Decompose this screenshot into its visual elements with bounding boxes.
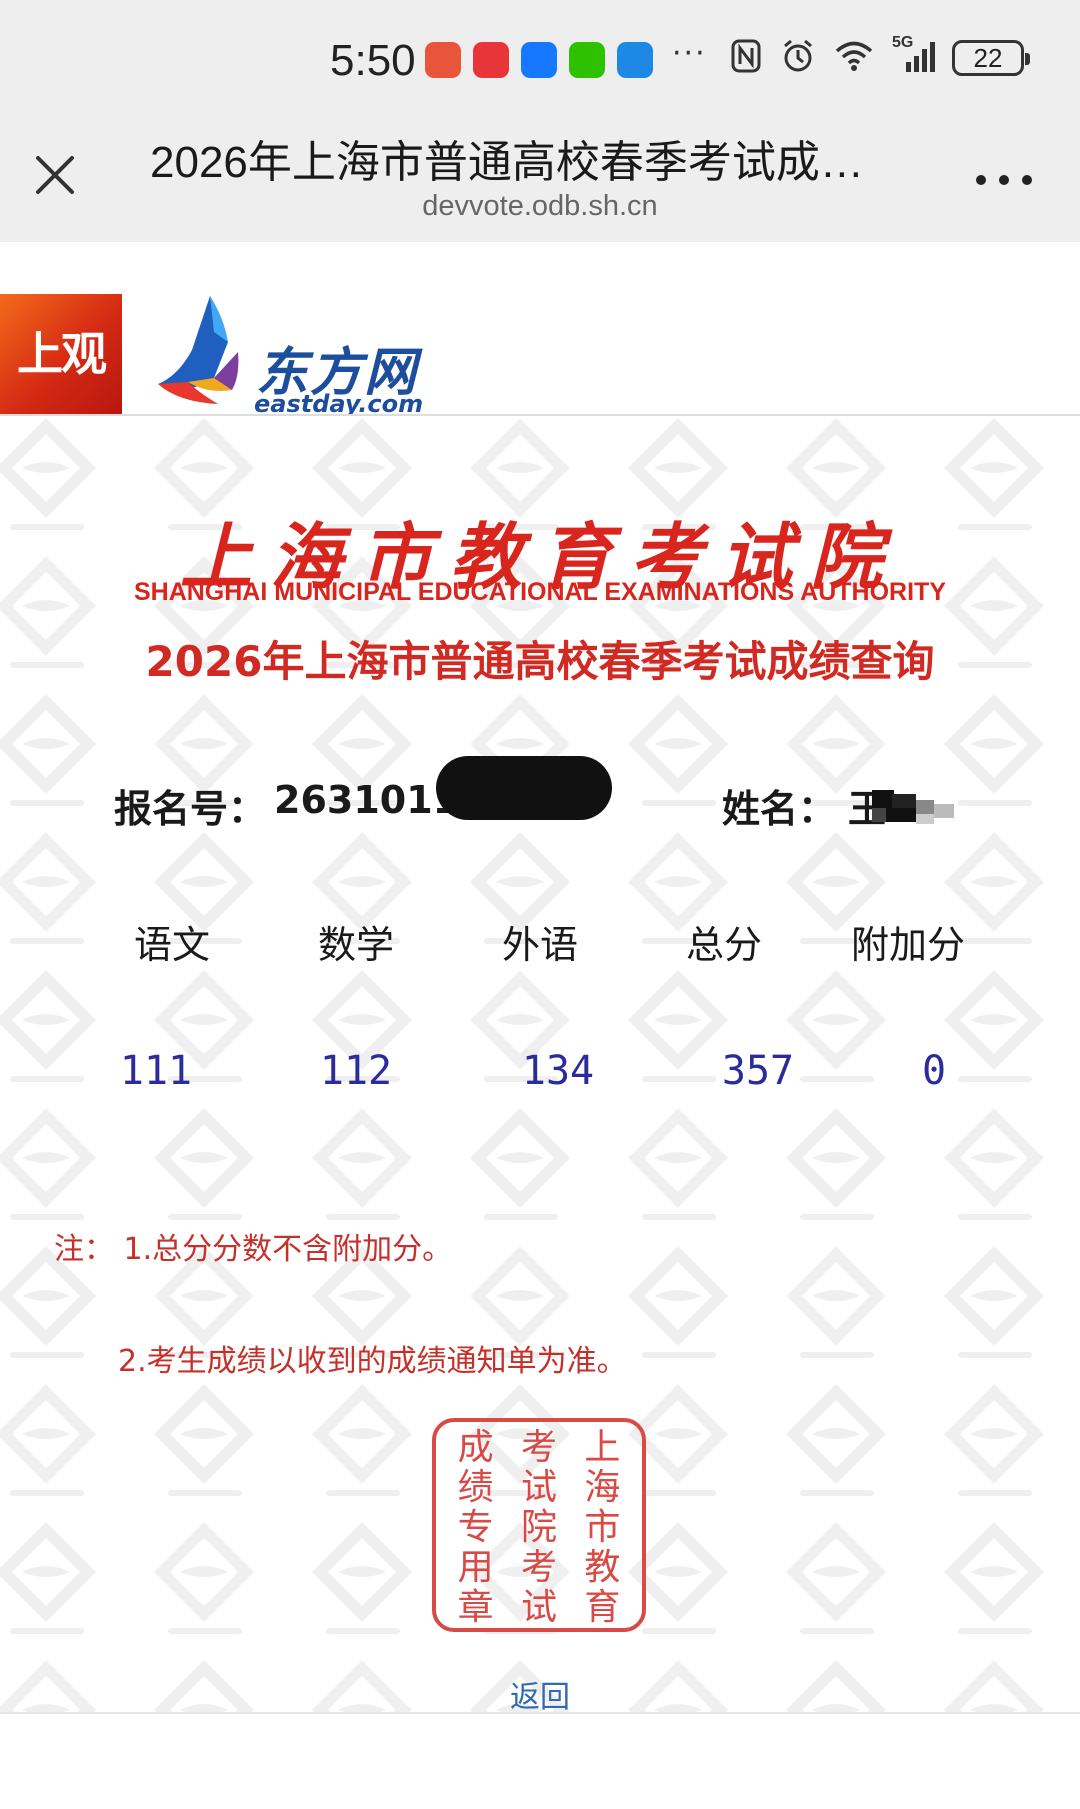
alarm-icon bbox=[784, 39, 812, 72]
score-total: 357 bbox=[721, 1048, 795, 1094]
org-name-en: SHANGHAI MUNICIPAL EDUCATIONAL EXAMINATI… bbox=[133, 578, 947, 606]
seal-char: 市 bbox=[584, 1507, 621, 1548]
nfc-icon bbox=[731, 39, 761, 73]
seal-char: 专 bbox=[457, 1507, 494, 1548]
dot bbox=[999, 175, 1009, 185]
seal-char: 绩 bbox=[457, 1467, 494, 1508]
note-1: 注： 1.总分分数不含附加分。 bbox=[54, 1232, 453, 1267]
header-chinese: 语文 bbox=[133, 923, 210, 967]
signal-icon: 5G bbox=[892, 34, 940, 74]
seal-char: 用 bbox=[457, 1547, 494, 1588]
score-math: 112 bbox=[319, 1048, 393, 1094]
page-url: devvote.odb.sh.cn bbox=[422, 190, 658, 222]
score-bonus: 0 bbox=[921, 1048, 947, 1094]
seal-char: 章 bbox=[457, 1587, 494, 1628]
name-redaction-pixels bbox=[872, 790, 954, 824]
huawei-app-icon bbox=[473, 42, 509, 78]
shangguan-logo[interactable]: 上观 bbox=[0, 294, 122, 416]
header-foreign-language: 外语 bbox=[501, 923, 578, 967]
seal-char: 考 bbox=[520, 1547, 557, 1588]
dot bbox=[1022, 175, 1032, 185]
note-2: 2.考生成绩以收到的成绩通知单为准。 bbox=[118, 1344, 627, 1379]
seal-char: 教 bbox=[584, 1547, 621, 1588]
more-notifications-icon: ··· bbox=[672, 36, 707, 71]
score-chinese: 111 bbox=[119, 1048, 193, 1094]
page-title: 2026年上海市普通高校春季考试成… bbox=[150, 138, 864, 187]
back-link[interactable]: 返回 bbox=[0, 1672, 1080, 1712]
shangguan-logo-text: 上观 bbox=[17, 327, 107, 381]
system-icons: 5G bbox=[730, 34, 940, 74]
seal-char: 试 bbox=[520, 1587, 557, 1628]
redaction-mark bbox=[436, 756, 612, 820]
dot bbox=[976, 175, 986, 185]
query-title: 2026年上海市普通高校春季考试成绩查询 bbox=[145, 637, 935, 686]
registration-label: 报名号： bbox=[114, 787, 267, 831]
seal-char: 院 bbox=[520, 1507, 557, 1548]
seal-char: 上 bbox=[584, 1427, 621, 1468]
more-options-button[interactable] bbox=[976, 170, 1032, 190]
seal-column: 考 试 院 考 试 bbox=[520, 1427, 557, 1628]
seal-column: 上 海 市 教 育 bbox=[584, 1427, 621, 1628]
status-time: 5:50 bbox=[330, 36, 416, 85]
wifi-icon bbox=[835, 41, 873, 71]
wechat-icon bbox=[569, 42, 605, 78]
seal-column: 成 绩 专 用 章 bbox=[457, 1427, 494, 1628]
score-card: 上海市教育考试院 SHANGHAI MUNICIPAL EDUCATIONAL … bbox=[0, 416, 1080, 1712]
notification-icons bbox=[425, 42, 653, 78]
seal-char: 试 bbox=[520, 1467, 557, 1508]
missed-call-icon bbox=[425, 42, 461, 78]
seal-char: 育 bbox=[584, 1587, 621, 1628]
header-math: 数学 bbox=[317, 923, 394, 967]
header-total: 总分 bbox=[685, 923, 762, 967]
official-seal: 上 海 市 教 育 考 试 院 考 试 成 绩 专 用 章 bbox=[432, 1418, 646, 1632]
alipay-icon bbox=[521, 42, 557, 78]
weather-icon bbox=[617, 42, 653, 78]
eastday-logo-icon bbox=[158, 296, 239, 404]
browser-header: 2026年上海市普通高校春季考试成… devvote.odb.sh.cn bbox=[0, 110, 1080, 242]
logo-bar: 上观 东方网 eastday.com bbox=[0, 242, 1080, 418]
page-bottom bbox=[0, 1712, 1080, 1809]
header-bonus: 附加分 bbox=[850, 923, 965, 967]
battery-indicator: 22 bbox=[952, 40, 1030, 76]
seal-char: 海 bbox=[584, 1467, 621, 1508]
seal-char: 考 bbox=[520, 1427, 557, 1468]
seal-char: 成 bbox=[457, 1427, 494, 1468]
status-bar: 5:50 ··· 5G 22 bbox=[0, 0, 1080, 110]
registration-number: 2631011 bbox=[274, 778, 460, 822]
name-label: 姓名： bbox=[722, 787, 837, 831]
score-foreign-language: 134 bbox=[521, 1048, 595, 1094]
